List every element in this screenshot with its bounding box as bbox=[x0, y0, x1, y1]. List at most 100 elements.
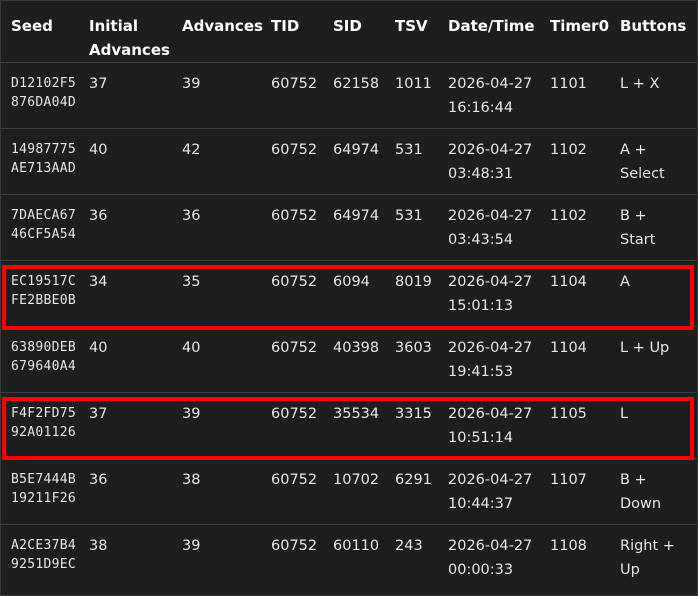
initial-advances-cell: 38 bbox=[89, 525, 182, 591]
initial-advances-cell: 36 bbox=[89, 458, 182, 525]
advances-cell: 40 bbox=[182, 326, 271, 393]
datetime-cell-line: 03:43:54 bbox=[448, 232, 514, 248]
advances-cell-line: 40 bbox=[182, 340, 201, 356]
sid-cell-line: 10702 bbox=[333, 472, 380, 488]
column-header-buttons[interactable]: Buttons bbox=[620, 1, 697, 63]
seed-cell-line: D12102F5 bbox=[11, 76, 77, 91]
initial-advances-cell-line: 40 bbox=[89, 142, 108, 158]
column-header-tsv[interactable]: TSV bbox=[395, 1, 448, 63]
initial-advances-cell-line: 37 bbox=[89, 406, 108, 422]
seed-cell: 63890DEB 679640A4 bbox=[1, 326, 89, 393]
buttons-cell: A bbox=[620, 260, 697, 327]
advances-cell-line: 39 bbox=[182, 538, 201, 554]
datetime-cell-line: 2026-04-27 bbox=[448, 142, 533, 158]
initial-advances-cell-line: 40 bbox=[89, 340, 108, 356]
buttons-cell: L bbox=[620, 392, 697, 459]
initial-advances-cell-line: 36 bbox=[89, 208, 108, 224]
tid-cell: 60752 bbox=[271, 260, 333, 327]
seed-cell-line: 679640A4 bbox=[11, 359, 77, 374]
seed-cell-line: 92A01126 bbox=[11, 425, 77, 440]
column-header-initial-advances[interactable]: Initial Advances bbox=[89, 1, 182, 63]
timer0-cell: 1101 bbox=[550, 62, 620, 129]
tid-cell-line: 60752 bbox=[271, 472, 318, 488]
tid-cell: 60752 bbox=[271, 62, 333, 129]
buttons-cell: B + Start bbox=[620, 194, 697, 261]
tsv-cell: 3315 bbox=[395, 392, 448, 459]
tsv-cell-line: 531 bbox=[395, 208, 423, 224]
column-header-seed[interactable]: Seed bbox=[1, 1, 89, 63]
timer0-cell-line: 1102 bbox=[550, 208, 587, 224]
advances-cell-line: 39 bbox=[182, 76, 201, 92]
seed-cell: D12102F5 876DA04D bbox=[1, 62, 89, 129]
column-header-advances[interactable]: Advances bbox=[182, 1, 271, 63]
column-header-datetime[interactable]: Date/Time bbox=[448, 1, 550, 63]
tsv-cell-line: 3315 bbox=[395, 406, 432, 422]
seed-cell-line: A2CE37B4 bbox=[11, 538, 77, 553]
datetime-cell-line: 2026-04-27 bbox=[448, 406, 533, 422]
seed-cell-line: EC19517C bbox=[11, 274, 77, 289]
initial-advances-cell-line: 34 bbox=[89, 274, 108, 290]
buttons-cell: A + Select bbox=[620, 128, 697, 195]
advances-cell: 35 bbox=[182, 260, 271, 327]
seed-cell-line: 7DAECA67 bbox=[11, 208, 77, 223]
datetime-cell-line: 16:16:44 bbox=[448, 100, 514, 116]
sid-cell: 35534 bbox=[333, 392, 395, 459]
timer0-cell: 1107 bbox=[550, 458, 620, 525]
tid-cell-line: 60752 bbox=[271, 340, 318, 356]
table-row[interactable]: A2CE37B4 9251D9EC 38 39 60752 60110 243 2026-04… bbox=[1, 525, 697, 591]
advances-cell: 39 bbox=[182, 62, 271, 129]
sid-cell: 62158 bbox=[333, 62, 395, 129]
table-row[interactable]: EC19517C FE2BBE0B 34 35 60752 6094 8019 2026-04… bbox=[1, 260, 697, 327]
advances-cell: 42 bbox=[182, 128, 271, 195]
seed-cell-line: 876DA04D bbox=[11, 95, 77, 110]
column-header-timer0[interactable]: Timer0 bbox=[550, 1, 620, 63]
tid-cell: 60752 bbox=[271, 458, 333, 525]
table-row[interactable]: 14987775 AE713AAD 40 42 60752 64974 531 2026-04… bbox=[1, 128, 697, 195]
timer0-cell-line: 1105 bbox=[550, 406, 587, 422]
initial-advances-cell-line: 37 bbox=[89, 76, 108, 92]
seed-cell-line: 63890DEB bbox=[11, 340, 77, 355]
advances-cell-line: 35 bbox=[182, 274, 201, 290]
datetime-cell-line: 2026-04-27 bbox=[448, 274, 533, 290]
sid-cell-line: 35534 bbox=[333, 406, 380, 422]
datetime-cell-line: 2026-04-27 bbox=[448, 340, 533, 356]
seed-cell-line: 9251D9EC bbox=[11, 557, 77, 572]
table-row[interactable]: 7DAECA67 46CF5A54 36 36 60752 64974 531 2026-04… bbox=[1, 194, 697, 261]
seed-cell-line: B5E7444B bbox=[11, 472, 77, 487]
timer0-cell: 1102 bbox=[550, 128, 620, 195]
initial-advances-cell-line: 36 bbox=[89, 472, 108, 488]
timer0-cell: 1104 bbox=[550, 326, 620, 393]
buttons-cell: L + Up bbox=[620, 326, 697, 393]
timer0-cell-line: 1101 bbox=[550, 76, 587, 92]
seed-cell: A2CE37B4 9251D9EC bbox=[1, 525, 89, 591]
table-row[interactable]: D12102F5 876DA04D 37 39 60752 62158 1011 2026-0… bbox=[1, 62, 697, 129]
initial-advances-cell: 36 bbox=[89, 194, 182, 261]
timer0-cell-line: 1107 bbox=[550, 472, 587, 488]
datetime-cell-line: 2026-04-27 bbox=[448, 208, 533, 224]
column-header-tid[interactable]: TID bbox=[271, 1, 333, 63]
tsv-cell-line: 243 bbox=[395, 538, 423, 554]
buttons-cell-line: L + X bbox=[620, 76, 660, 92]
seed-cell-line: 14987775 bbox=[11, 142, 77, 157]
tsv-cell: 243 bbox=[395, 525, 448, 591]
sid-cell-line: 62158 bbox=[333, 76, 380, 92]
datetime-cell: 2026-04-27 03:48:31 bbox=[448, 128, 550, 195]
initial-advances-cell: 37 bbox=[89, 392, 182, 459]
seed-cell: 14987775 AE713AAD bbox=[1, 128, 89, 195]
sid-cell-line: 6094 bbox=[333, 274, 370, 290]
datetime-cell-line: 2026-04-27 bbox=[448, 472, 533, 488]
column-header-sid[interactable]: SID bbox=[333, 1, 395, 63]
buttons-cell: B + Down bbox=[620, 458, 697, 525]
buttons-cell-line: L bbox=[620, 406, 629, 422]
table-row[interactable]: B5E7444B 19211F26 36 38 60752 10702 6291 2026-0… bbox=[1, 458, 697, 525]
table-row[interactable]: F4F2FD75 92A01126 37 39 60752 35534 3315 2026-0… bbox=[1, 392, 697, 459]
sid-cell: 6094 bbox=[333, 260, 395, 327]
table-row[interactable]: 63890DEB 679640A4 40 40 60752 40398 3603 2026-0… bbox=[1, 326, 697, 393]
initial-advances-cell: 40 bbox=[89, 128, 182, 195]
buttons-cell-line: Up bbox=[620, 562, 640, 578]
datetime-cell: 2026-04-27 10:44:37 bbox=[448, 458, 550, 525]
buttons-cell-line: Right + bbox=[620, 538, 675, 554]
advances-cell-line: 39 bbox=[182, 406, 201, 422]
datetime-cell-line: 2026-04-27 bbox=[448, 76, 533, 92]
tid-cell: 60752 bbox=[271, 128, 333, 195]
